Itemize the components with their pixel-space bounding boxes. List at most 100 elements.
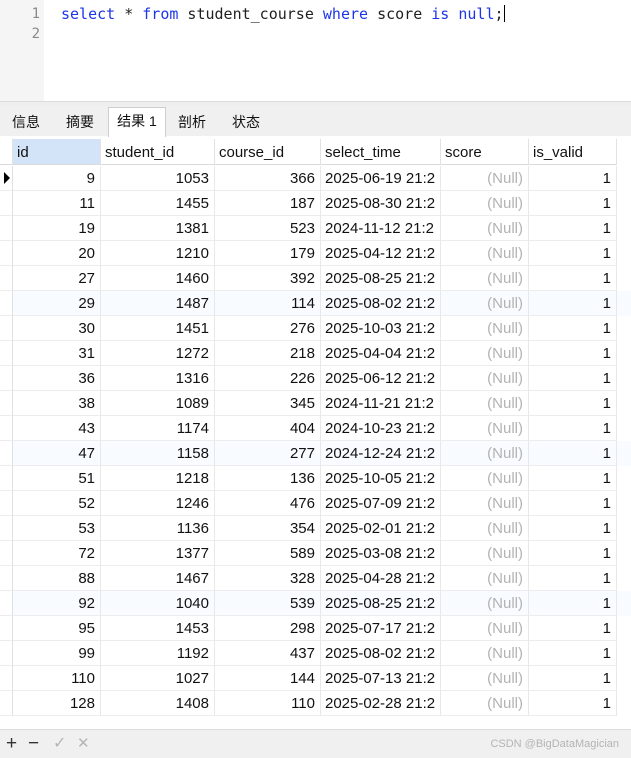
row-selector[interactable] bbox=[0, 491, 13, 516]
cell-course-id[interactable]: 476 bbox=[215, 491, 321, 516]
cell-select-time[interactable]: 2024-11-21 21:2 bbox=[321, 391, 441, 416]
cell-id[interactable]: 52 bbox=[13, 491, 101, 516]
cell-course-id[interactable]: 226 bbox=[215, 366, 321, 391]
cell-student-id[interactable]: 1408 bbox=[101, 691, 215, 716]
cell-select-time[interactable]: 2025-07-17 21:2 bbox=[321, 616, 441, 641]
cell-select-time[interactable]: 2025-08-02 21:2 bbox=[321, 291, 441, 316]
cell-student-id[interactable]: 1381 bbox=[101, 216, 215, 241]
cell-score[interactable]: (Null) bbox=[441, 541, 529, 566]
cell-id[interactable]: 30 bbox=[13, 316, 101, 341]
cell-student-id[interactable]: 1218 bbox=[101, 466, 215, 491]
cell-id[interactable]: 43 bbox=[13, 416, 101, 441]
cell-score[interactable]: (Null) bbox=[441, 166, 529, 191]
row-selector[interactable] bbox=[0, 416, 13, 441]
tab-profile[interactable]: 剖析 bbox=[166, 109, 218, 136]
cell-is-valid[interactable]: 1 bbox=[529, 491, 617, 516]
cell-score[interactable]: (Null) bbox=[441, 491, 529, 516]
cell-is-valid[interactable]: 1 bbox=[529, 216, 617, 241]
cell-id[interactable]: 20 bbox=[13, 241, 101, 266]
cell-score[interactable]: (Null) bbox=[441, 316, 529, 341]
table-row[interactable]: 110 1027 144 2025-07-13 21:2 (Null) 1 bbox=[0, 666, 631, 691]
table-row[interactable]: 38 1089 345 2024-11-21 21:2 (Null) 1 bbox=[0, 391, 631, 416]
column-header-is-valid[interactable]: is_valid bbox=[529, 139, 617, 165]
row-selector[interactable] bbox=[0, 266, 13, 291]
column-header-course-id[interactable]: course_id bbox=[215, 139, 321, 165]
cell-course-id[interactable]: 345 bbox=[215, 391, 321, 416]
cell-is-valid[interactable]: 1 bbox=[529, 691, 617, 716]
cell-course-id[interactable]: 179 bbox=[215, 241, 321, 266]
cell-is-valid[interactable]: 1 bbox=[529, 441, 617, 466]
cell-student-id[interactable]: 1089 bbox=[101, 391, 215, 416]
cell-is-valid[interactable]: 1 bbox=[529, 566, 617, 591]
cell-course-id[interactable]: 366 bbox=[215, 166, 321, 191]
tab-info[interactable]: 信息 bbox=[0, 109, 52, 136]
table-row[interactable]: 52 1246 476 2025-07-09 21:2 (Null) 1 bbox=[0, 491, 631, 516]
cell-score[interactable]: (Null) bbox=[441, 341, 529, 366]
cell-score[interactable]: (Null) bbox=[441, 391, 529, 416]
cell-score[interactable]: (Null) bbox=[441, 366, 529, 391]
column-header-student-id[interactable]: student_id bbox=[101, 139, 215, 165]
cell-is-valid[interactable]: 1 bbox=[529, 291, 617, 316]
cell-id[interactable]: 11 bbox=[13, 191, 101, 216]
cell-course-id[interactable]: 187 bbox=[215, 191, 321, 216]
cell-course-id[interactable]: 437 bbox=[215, 641, 321, 666]
row-selector[interactable] bbox=[0, 666, 13, 691]
row-selector[interactable] bbox=[0, 166, 13, 191]
cell-select-time[interactable]: 2025-07-13 21:2 bbox=[321, 666, 441, 691]
row-selector[interactable] bbox=[0, 441, 13, 466]
cell-score[interactable]: (Null) bbox=[441, 616, 529, 641]
row-selector-header[interactable] bbox=[0, 139, 13, 165]
check-icon[interactable]: ✓ bbox=[53, 734, 66, 754]
cell-student-id[interactable]: 1455 bbox=[101, 191, 215, 216]
cell-select-time[interactable]: 2025-08-30 21:2 bbox=[321, 191, 441, 216]
cell-student-id[interactable]: 1467 bbox=[101, 566, 215, 591]
cell-course-id[interactable]: 589 bbox=[215, 541, 321, 566]
cell-student-id[interactable]: 1053 bbox=[101, 166, 215, 191]
cell-id[interactable]: 27 bbox=[13, 266, 101, 291]
row-selector[interactable] bbox=[0, 591, 13, 616]
cell-score[interactable]: (Null) bbox=[441, 416, 529, 441]
column-header-id[interactable]: id bbox=[13, 139, 101, 165]
cell-is-valid[interactable]: 1 bbox=[529, 541, 617, 566]
row-selector[interactable] bbox=[0, 341, 13, 366]
tab-status[interactable]: 状态 bbox=[220, 109, 272, 136]
row-selector[interactable] bbox=[0, 366, 13, 391]
row-selector[interactable] bbox=[0, 291, 13, 316]
cell-student-id[interactable]: 1136 bbox=[101, 516, 215, 541]
cell-is-valid[interactable]: 1 bbox=[529, 166, 617, 191]
cell-course-id[interactable]: 354 bbox=[215, 516, 321, 541]
cell-is-valid[interactable]: 1 bbox=[529, 666, 617, 691]
cell-select-time[interactable]: 2025-04-12 21:2 bbox=[321, 241, 441, 266]
cell-is-valid[interactable]: 1 bbox=[529, 266, 617, 291]
table-row[interactable]: 9 1053 366 2025-06-19 21:2 (Null) 1 bbox=[0, 166, 631, 191]
cell-score[interactable]: (Null) bbox=[441, 516, 529, 541]
table-row[interactable]: 20 1210 179 2025-04-12 21:2 (Null) 1 bbox=[0, 241, 631, 266]
cell-select-time[interactable]: 2025-08-02 21:2 bbox=[321, 641, 441, 666]
cell-student-id[interactable]: 1451 bbox=[101, 316, 215, 341]
cell-id[interactable]: 88 bbox=[13, 566, 101, 591]
cell-id[interactable]: 99 bbox=[13, 641, 101, 666]
cell-id[interactable]: 47 bbox=[13, 441, 101, 466]
cell-student-id[interactable]: 1377 bbox=[101, 541, 215, 566]
cell-id[interactable]: 72 bbox=[13, 541, 101, 566]
cell-id[interactable]: 36 bbox=[13, 366, 101, 391]
cell-student-id[interactable]: 1453 bbox=[101, 616, 215, 641]
cell-student-id[interactable]: 1158 bbox=[101, 441, 215, 466]
tab-summary[interactable]: 摘要 bbox=[54, 109, 106, 136]
row-selector[interactable] bbox=[0, 641, 13, 666]
cell-course-id[interactable]: 144 bbox=[215, 666, 321, 691]
cell-id[interactable]: 128 bbox=[13, 691, 101, 716]
cell-student-id[interactable]: 1210 bbox=[101, 241, 215, 266]
table-row[interactable]: 92 1040 539 2025-08-25 21:2 (Null) 1 bbox=[0, 591, 631, 616]
table-row[interactable]: 88 1467 328 2025-04-28 21:2 (Null) 1 bbox=[0, 566, 631, 591]
cell-select-time[interactable]: 2024-12-24 21:2 bbox=[321, 441, 441, 466]
cell-select-time[interactable]: 2025-07-09 21:2 bbox=[321, 491, 441, 516]
cell-course-id[interactable]: 523 bbox=[215, 216, 321, 241]
row-selector[interactable] bbox=[0, 191, 13, 216]
cell-score[interactable]: (Null) bbox=[441, 291, 529, 316]
cell-select-time[interactable]: 2025-02-28 21:2 bbox=[321, 691, 441, 716]
cell-course-id[interactable]: 539 bbox=[215, 591, 321, 616]
cell-score[interactable]: (Null) bbox=[441, 466, 529, 491]
row-selector[interactable] bbox=[0, 391, 13, 416]
cell-course-id[interactable]: 114 bbox=[215, 291, 321, 316]
